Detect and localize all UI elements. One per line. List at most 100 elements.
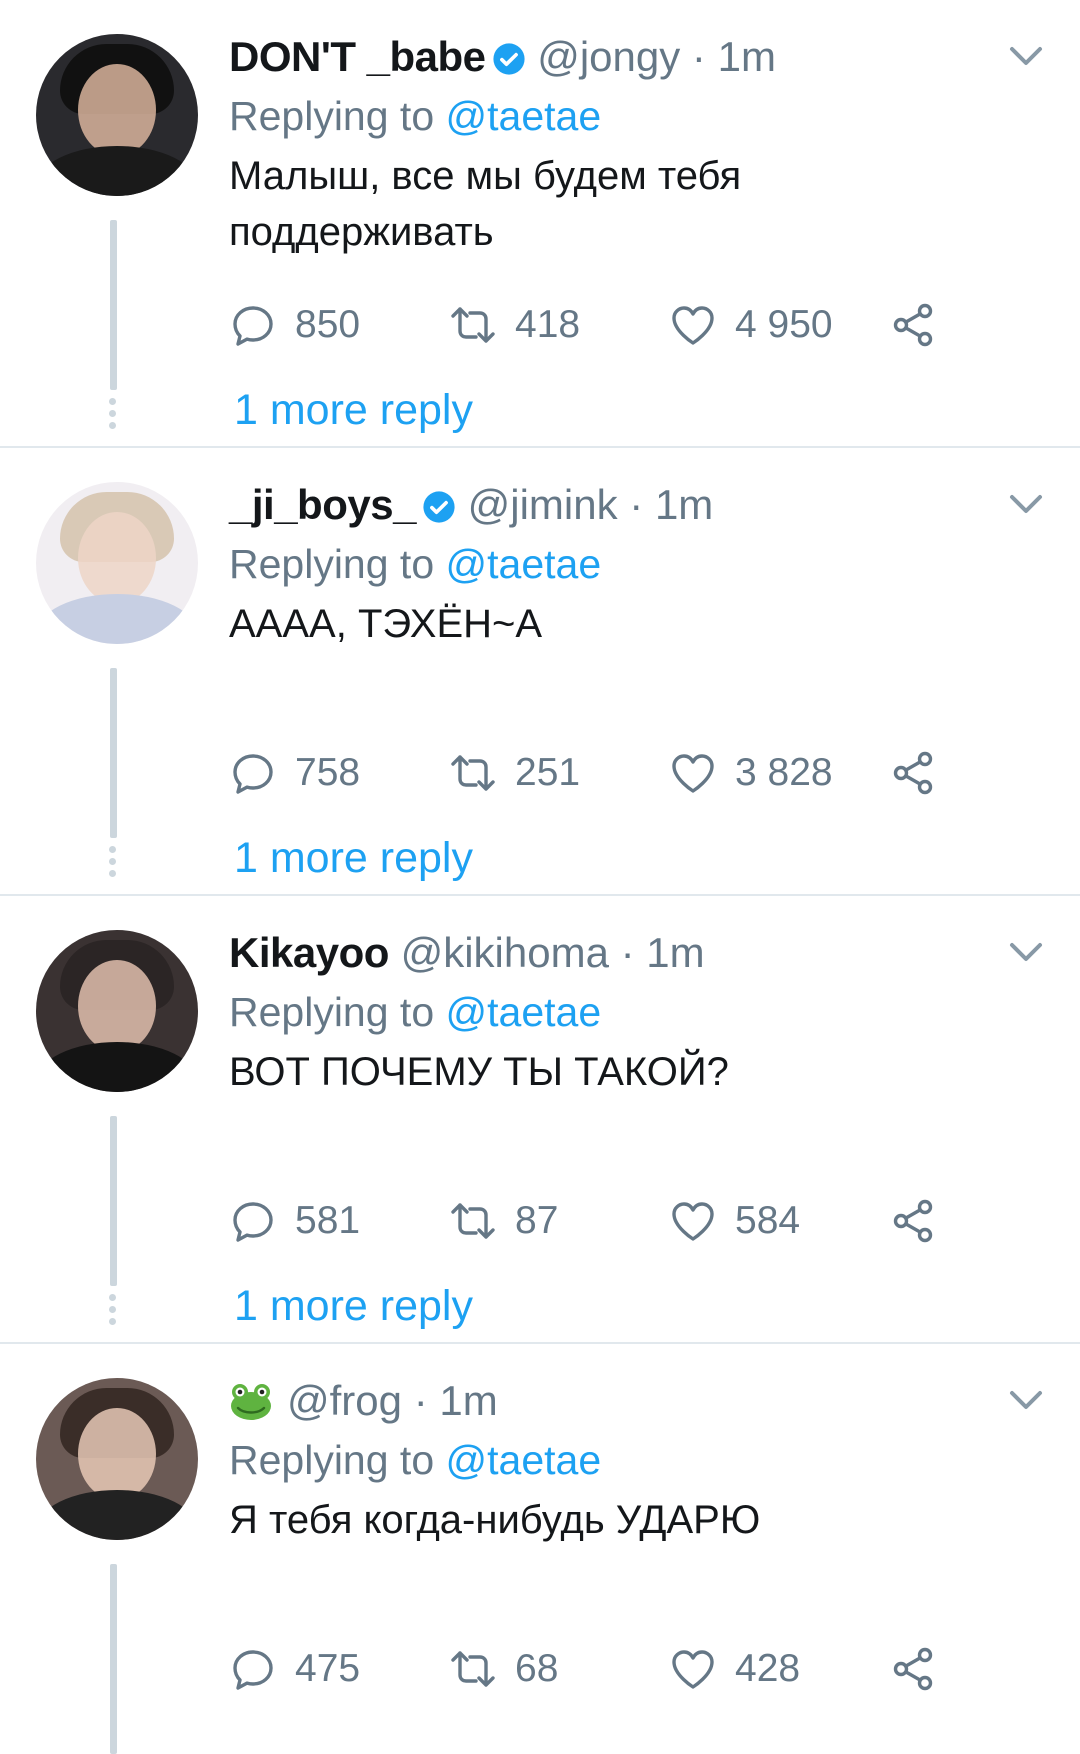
thread-line [110,1116,117,1286]
chevron-down-icon[interactable] [1008,492,1044,516]
handle[interactable]: @jongy [537,33,680,80]
share-icon [893,751,933,795]
display-name[interactable]: _ji_boys_ [229,481,416,528]
retweet-icon [451,307,495,343]
mention-link[interactable]: @taetae [446,989,602,1035]
like-button[interactable]: 4 950 [669,298,833,352]
retweet-button[interactable]: 68 [449,1642,558,1696]
like-button[interactable]: 584 [669,1194,800,1248]
chevron-down-icon[interactable] [1008,940,1044,964]
timestamp[interactable]: 1m [439,1377,497,1424]
more-replies-link[interactable]: 1 more reply [234,834,473,883]
separator: · [413,1377,428,1424]
share-button[interactable] [889,746,955,800]
tweet-header: @frog · 1m [229,1374,1040,1428]
tweet[interactable]: _ji_boys_ @jimink · 1m Replying to @taet… [0,448,1080,896]
reply-button[interactable]: 850 [229,298,360,352]
handle[interactable]: @frog [287,1377,402,1424]
replying-to: Replying to @taetae [229,532,1040,596]
reply-icon [233,1202,273,1242]
separator: · [620,929,635,976]
like-count: 3 828 [735,751,833,794]
replying-to: Replying to @taetae [229,1428,1040,1492]
like-button[interactable]: 3 828 [669,746,833,800]
retweet-count: 251 [515,751,581,794]
replying-prefix: Replying to [229,541,435,587]
replying-to: Replying to @taetae [229,84,1040,148]
share-button[interactable] [889,1194,955,1248]
heart-icon [672,1650,714,1689]
tweet-actions: 758 251 3 828 [229,746,949,800]
like-button[interactable]: 428 [669,1642,800,1696]
reply-button[interactable]: 581 [229,1194,360,1248]
replying-prefix: Replying to [229,93,435,139]
retweet-icon [451,755,495,791]
retweet-button[interactable]: 418 [449,298,580,352]
timestamp[interactable]: 1m [646,929,704,976]
heart-icon [672,306,714,345]
thread-dots [109,1294,118,1330]
tweet[interactable]: Kikayoo @kikihoma · 1m Replying to @taet… [0,896,1080,1344]
retweet-icon [451,1203,495,1239]
share-button[interactable] [889,1642,955,1696]
thread-line [110,668,117,838]
tweet-actions: 475 68 428 [229,1642,949,1696]
retweet-count: 68 [515,1647,559,1690]
avatar[interactable] [36,930,198,1092]
replying-prefix: Replying to [229,989,435,1035]
tweet[interactable]: @frog · 1m Replying to @taetae Я тебя ко… [0,1344,1080,1754]
share-button[interactable] [889,298,955,352]
separator: · [691,33,706,80]
like-count: 4 950 [735,303,833,346]
display-name[interactable]: DON'T _babe [229,33,486,80]
avatar[interactable] [36,34,198,196]
timestamp[interactable]: 1m [718,33,776,80]
avatar[interactable] [36,1378,198,1540]
more-replies-link[interactable]: 1 more reply [234,1282,473,1331]
reply-button[interactable]: 475 [229,1642,360,1696]
reply-count: 850 [295,303,361,346]
chevron-down-icon[interactable] [1008,44,1044,68]
display-name[interactable]: Kikayoo [229,929,389,976]
retweet-count: 87 [515,1199,559,1242]
tweet-text: Малыш, все мы будем тебя поддерживать [229,154,742,254]
tweet-header: Kikayoo @kikihoma · 1m [229,926,1040,980]
reply-icon [233,754,273,794]
share-icon [893,1199,933,1243]
avatar[interactable] [36,482,198,644]
reply-count: 758 [295,751,361,794]
thread-dots [109,846,118,882]
replying-to: Replying to @taetae [229,980,1040,1044]
handle[interactable]: @jimink [468,481,618,528]
tweet-header: _ji_boys_ @jimink · 1m [229,478,1040,532]
tweet-actions: 581 87 584 [229,1194,949,1248]
frog-emoji-icon [231,1384,271,1420]
share-icon [893,1647,933,1691]
tweet[interactable]: DON'T _babe @jongy · 1m Replying to @tae… [0,0,1080,448]
timestamp[interactable]: 1m [655,481,713,528]
tweet-actions: 850 418 4 950 [229,298,949,352]
reply-button[interactable]: 758 [229,746,360,800]
tweet-header: DON'T _babe @jongy · 1m [229,30,1040,84]
thread-line [110,1564,117,1754]
retweet-button[interactable]: 251 [449,746,580,800]
tweet-text: ВОТ ПОЧЕМУ ТЫ ТАКОЙ? [229,1050,729,1094]
chevron-down-icon[interactable] [1008,1388,1044,1412]
share-icon [893,303,933,347]
thread-line [110,220,117,390]
thread-dots [109,398,118,434]
retweet-button[interactable]: 87 [449,1194,558,1248]
heart-icon [672,754,714,793]
replying-prefix: Replying to [229,1437,435,1483]
reply-icon [233,306,273,346]
like-count: 428 [735,1647,801,1690]
more-replies-link[interactable]: 1 more reply [234,386,473,435]
reply-count: 475 [295,1647,361,1690]
mention-link[interactable]: @taetae [446,541,602,587]
reply-count: 581 [295,1199,361,1242]
mention-link[interactable]: @taetae [446,93,602,139]
handle[interactable]: @kikihoma [401,929,609,976]
mention-link[interactable]: @taetae [446,1437,602,1483]
heart-icon [672,1202,714,1241]
verified-badge-icon [492,43,525,75]
